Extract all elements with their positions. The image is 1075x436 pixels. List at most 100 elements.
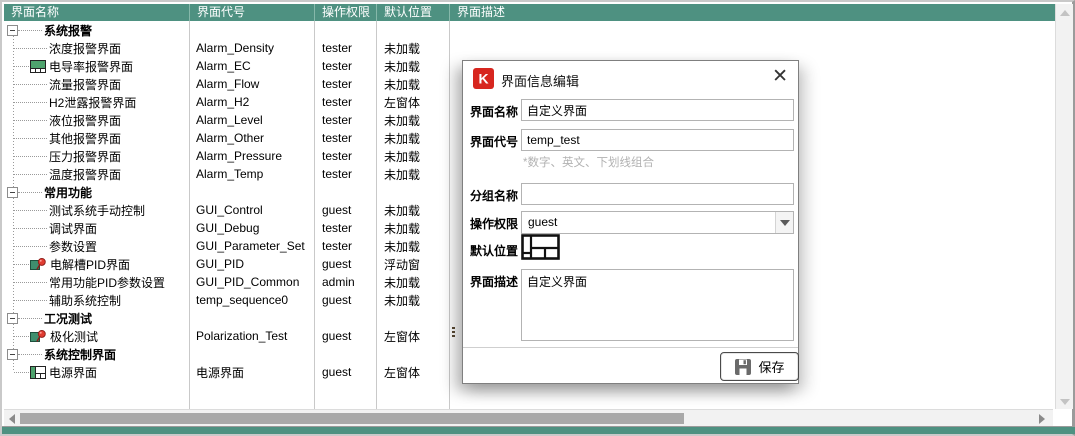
row-code-cell: GUI_Debug: [189, 221, 314, 235]
row-name-label: 温度报警界面: [49, 166, 121, 183]
tree-branch-line: [14, 228, 47, 229]
group-field-label: 分组名称: [470, 187, 518, 204]
row-code-cell: Alarm_Other: [189, 131, 314, 145]
row-name-label: 工况测试: [44, 310, 92, 327]
window-grid-icon: [30, 60, 46, 73]
row-name-label: 压力报警界面: [49, 148, 121, 165]
row-code-cell: GUI_Control: [189, 203, 314, 217]
row-code-cell: GUI_Parameter_Set: [189, 239, 314, 253]
row-position-cell: 未加载: [376, 148, 449, 165]
row-name-label: 电解槽PID界面: [50, 256, 130, 273]
chevron-down-icon: [780, 220, 790, 226]
row-position-cell: 左窗体: [376, 364, 449, 381]
tree-branch-line: [18, 192, 42, 193]
permission-field-label: 操作权限: [470, 215, 518, 232]
code-field-label: 界面代号: [470, 133, 518, 150]
row-permission-cell: guest: [314, 203, 376, 217]
row-position-cell: 未加载: [376, 166, 449, 183]
tree-group-row[interactable]: 系统报警: [4, 21, 1052, 39]
row-permission-cell: tester: [314, 221, 376, 235]
row-permission-cell: tester: [314, 113, 376, 127]
row-permission-cell: guest: [314, 365, 376, 379]
vertical-scrollbar[interactable]: [1055, 4, 1073, 409]
position-field-label: 默认位置: [470, 242, 518, 259]
row-code-cell: Alarm_H2: [189, 95, 314, 109]
row-permission-cell: tester: [314, 167, 376, 181]
row-code-cell: GUI_PID_Common: [189, 275, 314, 289]
dialog-title: 界面信息编辑: [501, 71, 579, 90]
row-permission-cell: admin: [314, 275, 376, 289]
tree-branch-line: [18, 354, 42, 355]
row-name-label: 常用功能PID参数设置: [49, 274, 165, 291]
scroll-up-arrow-icon[interactable]: [1060, 10, 1070, 16]
row-position-cell: 未加载: [376, 292, 449, 309]
row-position-cell: 未加载: [376, 40, 449, 57]
tree-collapse-icon[interactable]: [7, 187, 18, 198]
row-position-cell: 未加载: [376, 202, 449, 219]
tree-collapse-icon[interactable]: [7, 313, 18, 324]
code-field[interactable]: [521, 129, 794, 151]
default-position-layout-icon[interactable]: [521, 234, 561, 266]
table-header: 界面名称 界面代号 操作权限 默认位置 界面描述: [4, 4, 1055, 21]
row-code-cell: Alarm_Flow: [189, 77, 314, 91]
row-permission-cell: guest: [314, 293, 376, 307]
app-window: 界面名称 界面代号 操作权限 默认位置 界面描述 系统报警浓度报警界面 Alarm…: [0, 0, 1075, 436]
permission-dropdown[interactable]: guest: [521, 211, 794, 234]
row-code-cell: Alarm_Density: [189, 41, 314, 55]
group-field[interactable]: [521, 183, 794, 205]
tree-branch-line: [14, 300, 47, 301]
row-name-label: 系统报警: [44, 22, 92, 39]
tree-branch-line: [14, 246, 47, 247]
row-code-cell: Alarm_Level: [189, 113, 314, 127]
column-header-code[interactable]: 界面代号: [189, 4, 314, 21]
table-row[interactable]: 浓度报警界面 Alarm_Densitytester未加载: [4, 39, 1052, 57]
save-button[interactable]: 保存: [720, 352, 799, 381]
row-permission-cell: tester: [314, 41, 376, 55]
row-code-cell: Polarization_Test: [189, 329, 314, 343]
dropdown-button[interactable]: [775, 212, 793, 233]
bottom-status-strip: [2, 426, 1075, 434]
tree-branch-line: [18, 318, 42, 319]
name-field-label: 界面名称: [470, 103, 518, 120]
row-code-cell: GUI_PID: [189, 257, 314, 271]
row-code-cell: temp_sequence0: [189, 293, 314, 307]
row-name-label: 液位报警界面: [49, 112, 121, 129]
row-permission-cell: tester: [314, 131, 376, 145]
tree-branch-line: [14, 120, 47, 121]
row-position-cell: 未加载: [376, 112, 449, 129]
scroll-down-arrow-icon[interactable]: [1060, 399, 1070, 405]
scroll-left-arrow-icon[interactable]: [9, 414, 15, 424]
row-name-label: 浓度报警界面: [49, 40, 121, 57]
horizontal-scrollbar[interactable]: [4, 409, 1053, 427]
tree-collapse-icon[interactable]: [7, 349, 18, 360]
dialog-footer-divider: [463, 347, 798, 348]
row-permission-cell: tester: [314, 149, 376, 163]
row-name-label: H2泄露报警界面: [49, 94, 136, 111]
column-header-permission[interactable]: 操作权限: [314, 4, 376, 21]
row-name-label: 电导率报警界面: [49, 58, 133, 75]
dialog-titlebar[interactable]: K 界面信息编辑 ✕: [463, 61, 798, 95]
tree-branch-line: [14, 66, 29, 67]
name-field[interactable]: [521, 99, 794, 121]
column-header-description[interactable]: 界面描述: [449, 4, 1055, 21]
pinned-window-icon: [30, 329, 47, 343]
row-permission-cell: tester: [314, 239, 376, 253]
description-field-label: 界面描述: [470, 273, 518, 290]
description-field[interactable]: 自定义界面: [521, 269, 794, 341]
app-logo-icon: K: [473, 68, 494, 94]
tree-collapse-icon[interactable]: [7, 25, 18, 36]
row-position-cell: 左窗体: [376, 94, 449, 111]
save-button-label: 保存: [758, 357, 784, 376]
column-header-position[interactable]: 默认位置: [376, 4, 449, 21]
code-hint-text: *数字、英文、下划线组合: [523, 154, 654, 170]
column-header-name[interactable]: 界面名称: [4, 4, 189, 21]
tree-branch-line: [14, 210, 47, 211]
close-icon[interactable]: ✕: [772, 66, 788, 88]
row-name-label: 极化测试: [50, 328, 98, 345]
row-position-cell: 未加载: [376, 58, 449, 75]
scroll-right-arrow-icon[interactable]: [1039, 414, 1045, 424]
row-code-cell: Alarm_Temp: [189, 167, 314, 181]
floppy-disk-icon: [734, 358, 752, 376]
horizontal-scrollbar-thumb[interactable]: [20, 413, 684, 424]
occluded-text-fragment: [452, 327, 455, 339]
